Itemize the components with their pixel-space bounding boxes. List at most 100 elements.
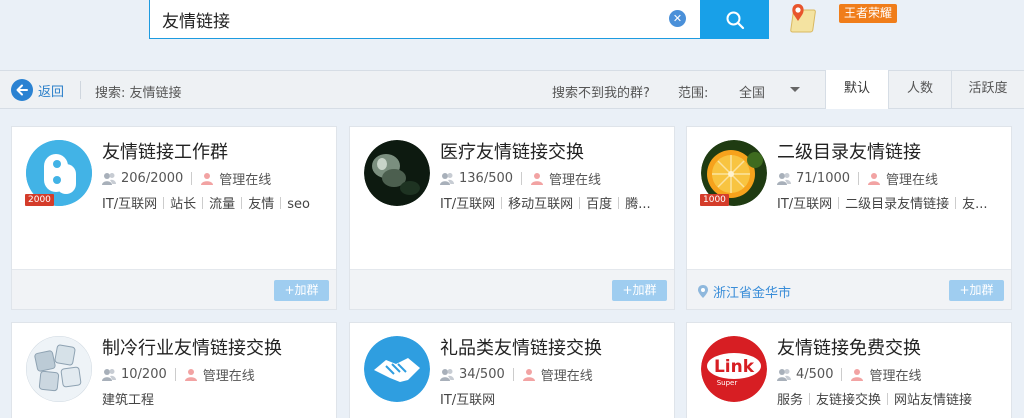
map-location-icon[interactable] [786, 0, 822, 36]
tag: IT/互联网 [440, 393, 496, 408]
admin-status: 管理在线 [869, 369, 922, 384]
search-box: ✕ [149, 0, 701, 39]
admin-status: 管理在线 [886, 173, 939, 188]
filter-bar: 返回 搜索: 友情链接 搜索不到我的群? 范围: 全国 默认 人数 活跃度 [0, 70, 1024, 109]
card-footer: 浙江省金华市 +加群 [687, 269, 1011, 309]
tab-members[interactable]: 人数 [888, 70, 951, 109]
back-button[interactable]: 返回 [11, 79, 64, 101]
group-card[interactable]: 2000 友情链接工作群 206/2000 管理在线 IT/互联网 站长 流量 友情 s… [11, 126, 337, 310]
cant-find-group-link[interactable]: 搜索不到我的群? [552, 82, 650, 101]
admin-icon [531, 173, 544, 185]
tag: IT/互联网 [777, 197, 833, 212]
member-count: 206/2000 [121, 171, 184, 186]
tag: IT/互联网 [102, 197, 158, 212]
group-meta: 71/1000 管理在线 [777, 169, 938, 188]
group-title[interactable]: 制冷行业友情链接交换 [102, 334, 282, 360]
group-avatar [364, 336, 430, 402]
back-arrow-icon [11, 79, 33, 101]
group-meta: 4/500 管理在线 [777, 365, 921, 384]
range-label: 范围: [678, 86, 709, 101]
admin-status: 管理在线 [549, 173, 602, 188]
group-title[interactable]: 友情链接工作群 [102, 138, 228, 164]
group-tags: IT/互联网 [440, 389, 670, 408]
members-icon [102, 173, 116, 185]
member-count: 136/500 [459, 171, 514, 186]
search-query-label: 搜索: 友情链接 [95, 86, 182, 101]
group-avatar [364, 140, 430, 206]
group-meta: 136/500 管理在线 [440, 169, 601, 188]
group-card[interactable]: 制冷行业友情链接交换 10/200 管理在线 建筑工程 [11, 322, 337, 418]
member-count: 71/1000 [796, 171, 851, 186]
clear-search-icon[interactable]: ✕ [669, 10, 686, 27]
tag: 友链接交换 [816, 393, 882, 408]
member-count: 10/200 [121, 367, 167, 382]
group-card[interactable]: 1000 二级目录友情链接 71/1000 管理在线 IT/互联网 二级目录友情链… [686, 126, 1012, 310]
logo-sub: Super [717, 379, 738, 387]
card-footer: +加群 [12, 269, 336, 309]
top-search-area: ✕ 王者荣耀 [0, 0, 1024, 70]
group-tags: IT/互联网 二级目录友情链接 友... [777, 193, 1007, 212]
join-group-button[interactable]: +加群 [949, 280, 1004, 301]
group-meta: 34/500 管理在线 [440, 365, 593, 384]
tag: 腾... [625, 197, 651, 212]
back-label: 返回 [38, 84, 65, 100]
group-avatar: Link Super [701, 336, 767, 402]
join-group-button[interactable]: +加群 [612, 280, 667, 301]
logo-text: Link [714, 357, 755, 377]
tag: 友... [962, 197, 988, 212]
tag: 服务 [777, 393, 804, 408]
group-title[interactable]: 友情链接免费交换 [777, 334, 921, 360]
admin-status: 管理在线 [202, 369, 255, 384]
group-card[interactable]: 礼品类友情链接交换 34/500 管理在线 IT/互联网 [349, 322, 675, 418]
join-group-button[interactable]: +加群 [274, 280, 329, 301]
group-meta: 10/200 管理在线 [102, 365, 255, 384]
search-icon [726, 11, 744, 29]
members-icon [777, 173, 791, 185]
group-meta: 206/2000 管理在线 [102, 169, 271, 188]
group-card[interactable]: 医疗友情链接交换 136/500 管理在线 IT/互联网 移动互联网 百度 腾... … [349, 126, 675, 310]
group-tags: IT/互联网 站长 流量 友情 seo [102, 193, 332, 212]
tab-default[interactable]: 默认 [825, 70, 888, 109]
card-footer: +加群 [350, 269, 674, 309]
tag: 百度 [586, 197, 613, 212]
members-icon [102, 369, 116, 381]
admin-icon [522, 369, 535, 381]
location-text: 浙江省金华市 [713, 286, 792, 301]
admin-status: 管理在线 [219, 173, 272, 188]
tag: 建筑工程 [102, 393, 155, 408]
level-badge: 2000 [25, 194, 54, 206]
group-title[interactable]: 医疗友情链接交换 [440, 138, 584, 164]
group-card[interactable]: Link Super 友情链接免费交换 4/500 管理在线 服务 友链接交换 网站… [686, 322, 1012, 418]
tag: 移动互联网 [508, 197, 574, 212]
group-title[interactable]: 礼品类友情链接交换 [440, 334, 602, 360]
range-select[interactable]: 全国 [739, 82, 765, 101]
search-input[interactable] [162, 4, 662, 34]
admin-icon [851, 369, 864, 381]
members-icon [440, 369, 454, 381]
game-badge[interactable]: 王者荣耀 [839, 4, 898, 23]
admin-status: 管理在线 [540, 369, 593, 384]
member-count: 34/500 [459, 367, 505, 382]
group-tags: IT/互联网 移动互联网 百度 腾... [440, 193, 670, 212]
level-badge: 1000 [700, 194, 729, 206]
search-button[interactable] [700, 0, 769, 39]
tag: IT/互联网 [440, 197, 496, 212]
tag: 流量 [209, 197, 236, 212]
members-icon [777, 369, 791, 381]
group-location: 浙江省金华市 [698, 282, 791, 301]
tag: 友情 [248, 197, 275, 212]
tag: 二级目录友情链接 [845, 197, 950, 212]
tab-activity[interactable]: 活跃度 [951, 70, 1024, 109]
divider [80, 81, 81, 99]
chevron-down-icon[interactable] [790, 87, 800, 92]
group-title[interactable]: 二级目录友情链接 [777, 138, 921, 164]
group-tags: 建筑工程 [102, 389, 332, 408]
location-pin-icon [698, 285, 708, 298]
admin-icon [201, 173, 214, 185]
tag: 站长 [170, 197, 197, 212]
member-count: 4/500 [796, 367, 834, 382]
group-avatar [26, 336, 92, 402]
group-tags: 服务 友链接交换 网站友情链接 [777, 389, 1007, 408]
admin-icon [184, 369, 197, 381]
admin-icon [868, 173, 881, 185]
